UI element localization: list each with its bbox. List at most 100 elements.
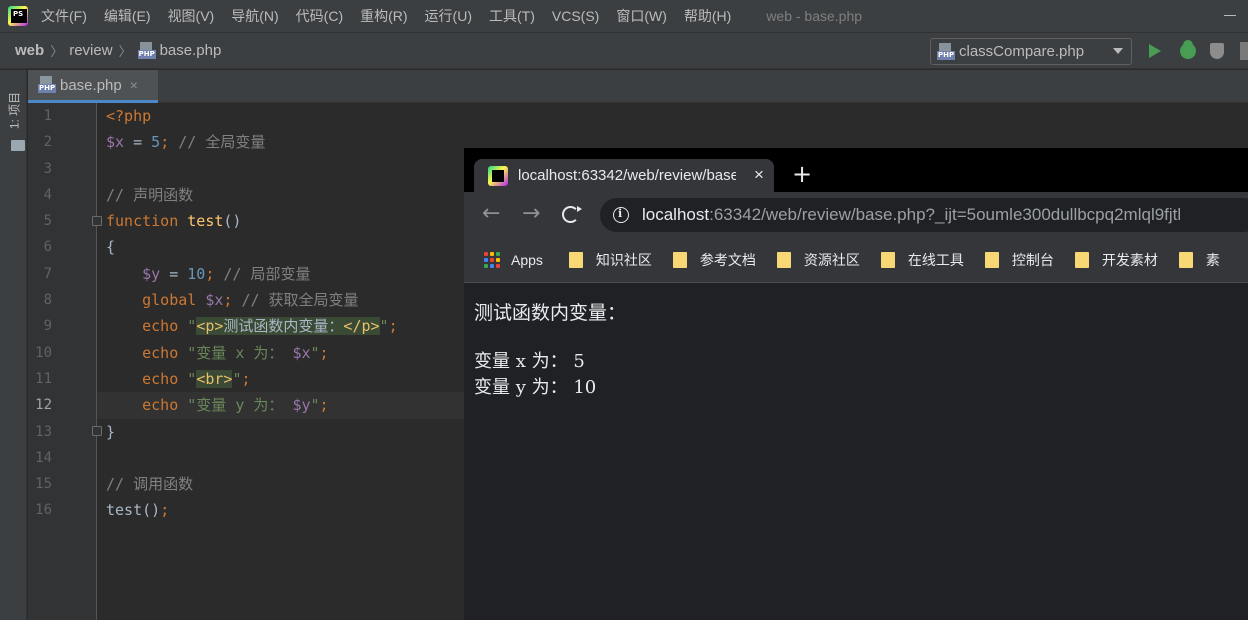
bookmark-label: 在线工具 xyxy=(907,252,964,268)
code-line: } xyxy=(97,419,464,445)
bookmark-folder[interactable]: 参考文档 xyxy=(672,250,756,270)
browser-window: localhost:63342/web/review/base.php?_ijt… xyxy=(464,148,1248,620)
breadcrumb-file-label: base.php xyxy=(159,42,222,59)
menu-window[interactable]: 窗口(W) xyxy=(616,6,667,26)
run-configuration-dropdown[interactable]: classCompare.php xyxy=(930,38,1132,65)
code-semicolon: ; xyxy=(160,133,170,152)
code-semicolon: ; xyxy=(319,396,329,415)
menu-help[interactable]: 帮助(H) xyxy=(684,6,731,26)
bookmark-folder[interactable]: 在线工具 xyxy=(880,250,964,270)
run-icon[interactable] xyxy=(1149,44,1161,58)
code-brace: { xyxy=(106,238,116,257)
reload-icon[interactable] xyxy=(562,206,582,223)
code-line-current: echo "变量 y 为： $y"; xyxy=(97,392,464,419)
code-variable: $x xyxy=(196,291,224,310)
breadcrumb-folder[interactable]: review xyxy=(69,42,112,59)
code-paren: () xyxy=(223,212,242,231)
php-file-icon xyxy=(937,42,956,61)
menu-file[interactable]: 文件(F) xyxy=(41,6,87,26)
code-comment: // 声明函数 xyxy=(106,185,194,204)
phpstorm-logo-icon xyxy=(8,6,28,26)
code-line: echo "<p>测试函数内变量：</p>"; xyxy=(97,313,464,339)
line-number: 8 xyxy=(43,292,52,309)
close-icon[interactable]: × xyxy=(130,77,138,93)
code-comment: // 获取全局变量 xyxy=(232,291,359,310)
code-number: 5 xyxy=(151,133,161,152)
debug-icon[interactable] xyxy=(1180,40,1196,59)
folder-icon xyxy=(1074,252,1089,268)
menu-edit[interactable]: 编辑(E) xyxy=(104,6,151,26)
bookmark-folder[interactable]: 素 xyxy=(1178,250,1220,270)
code-line: { xyxy=(97,234,464,260)
code-keyword: echo xyxy=(142,369,179,388)
bookmark-label: 开发素材 xyxy=(1101,252,1158,268)
line-number: 16 xyxy=(35,502,52,519)
profile-icon[interactable] xyxy=(1240,42,1248,60)
code-line: global $x; // 获取全局变量 xyxy=(97,287,464,313)
url-host: localhost xyxy=(642,205,710,224)
code-string-quote: " xyxy=(178,369,197,388)
breadcrumb-file[interactable]: base.php xyxy=(137,41,222,60)
bookmarks-bar: Apps 知识社区 参考文档 资源社区 在线工具 控制台 开发素材 素 xyxy=(464,238,1248,283)
code-string-quote: " xyxy=(310,343,320,362)
code-line: function test() xyxy=(97,208,464,234)
php-open-tag: <?php xyxy=(106,107,152,125)
code-line: // 调用函数 xyxy=(97,471,464,497)
address-bar[interactable]: localhost:63342/web/review/base.php?_ijt… xyxy=(600,198,1248,232)
code-keyword: function xyxy=(106,212,179,231)
page-heading: 测试函数内变量： xyxy=(474,302,627,324)
project-tool-window-tab[interactable]: 1: 项目 xyxy=(4,82,25,151)
window-title: web - base.php xyxy=(766,8,863,24)
menu-refactor[interactable]: 重构(R) xyxy=(360,6,407,26)
back-arrow-icon[interactable]: ← xyxy=(482,203,500,225)
code-string-quote: " xyxy=(379,317,389,336)
code-semicolon: ; xyxy=(388,317,398,336)
browser-tab[interactable]: localhost:63342/web/review/base.php?_ijt… xyxy=(474,159,774,192)
line-number: 14 xyxy=(35,449,52,466)
menu-tools[interactable]: 工具(T) xyxy=(489,6,535,26)
menu-bar: 文件(F) 编辑(E) 视图(V) 导航(N) 代码(C) 重构(R) 运行(U… xyxy=(0,0,1248,32)
breadcrumb-project[interactable]: web xyxy=(15,42,44,59)
line-number: 3 xyxy=(43,160,52,177)
coverage-icon[interactable] xyxy=(1210,43,1224,59)
info-icon[interactable] xyxy=(613,207,629,223)
code-lines[interactable]: <?php $x = 5; // 全局变量 // 声明函数 function t… xyxy=(97,103,464,524)
minimize-button[interactable] xyxy=(1224,15,1236,16)
bookmark-folder[interactable]: 开发素材 xyxy=(1074,250,1158,270)
close-icon[interactable]: × xyxy=(754,165,764,185)
code-html-tag: <p> xyxy=(196,317,224,336)
project-tab-label: 1: 项目 xyxy=(7,91,22,130)
forward-arrow-icon[interactable]: → xyxy=(522,203,540,225)
menu-view[interactable]: 视图(V) xyxy=(168,6,215,26)
chevron-down-icon xyxy=(1113,48,1123,54)
menu-navigate[interactable]: 导航(N) xyxy=(231,6,278,26)
line-number: 4 xyxy=(43,186,52,203)
bookmark-folder[interactable]: 控制台 xyxy=(984,250,1054,270)
new-tab-button[interactable]: + xyxy=(792,162,812,186)
editor-tab-label: base.php xyxy=(60,76,122,94)
editor-tab-base-php[interactable]: base.php × xyxy=(28,70,158,103)
code-string: "变量 x 为： xyxy=(178,343,293,362)
page-content: 测试函数内变量： 变量 x 为： 5 变量 y 为： 10 xyxy=(464,284,1248,620)
folder-icon xyxy=(880,252,895,268)
line-number: 11 xyxy=(35,370,52,387)
menu-vcs[interactable]: VCS(S) xyxy=(552,8,599,24)
bookmark-label: 控制台 xyxy=(1011,252,1054,268)
code-semicolon: ; xyxy=(241,369,251,388)
bookmark-apps[interactable]: Apps xyxy=(511,252,543,268)
line-number: 6 xyxy=(43,239,52,256)
menu-code[interactable]: 代码(C) xyxy=(296,6,343,26)
code-line: test(); xyxy=(97,497,464,523)
phpstorm-favicon-icon xyxy=(488,165,508,186)
code-function-name: test xyxy=(178,212,224,231)
code-html-tag: <br> xyxy=(196,369,233,388)
bookmark-folder[interactable]: 知识社区 xyxy=(568,250,652,270)
code-comment: // 局部变量 xyxy=(214,264,311,283)
code-line: // 声明函数 xyxy=(97,182,464,208)
code-line: echo "变量 x 为： $x"; xyxy=(97,340,464,366)
line-number-current: 12 xyxy=(35,397,52,414)
bookmark-folder[interactable]: 资源社区 xyxy=(776,250,860,270)
menu-run[interactable]: 运行(U) xyxy=(425,6,472,26)
code-html-text: 测试函数内变量： xyxy=(223,317,344,336)
